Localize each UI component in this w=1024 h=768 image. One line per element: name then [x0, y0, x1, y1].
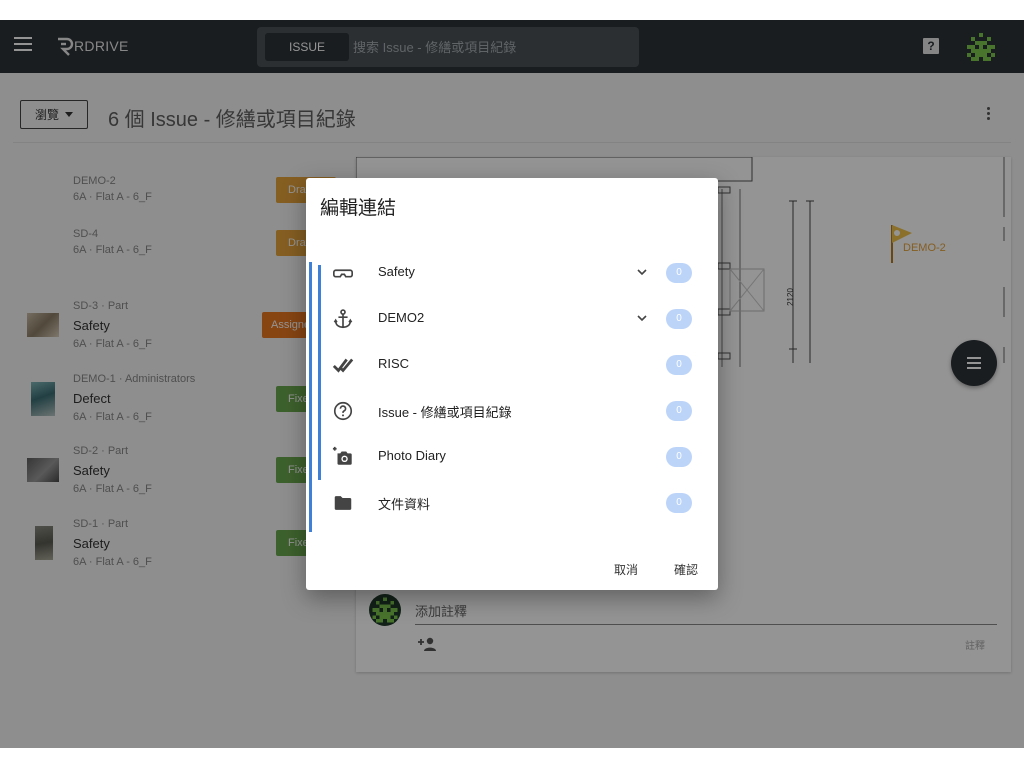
- edit-links-dialog: 編輯連結 Safety 0 DEMO2 0 RISC 0 Issue - 修繕或…: [306, 178, 718, 590]
- dialog-title: 編輯連結: [320, 198, 397, 219]
- count-badge: 0: [666, 309, 692, 329]
- count-badge: 0: [666, 493, 692, 513]
- link-row-label: 文件資料: [378, 497, 431, 512]
- chevron-down-icon[interactable]: [636, 266, 648, 278]
- chevron-down-icon[interactable]: [636, 312, 648, 324]
- link-row-label: Issue - 修繕或項目紀錄: [378, 405, 512, 420]
- count-badge: 0: [666, 401, 692, 421]
- folder-icon: [334, 496, 352, 510]
- vr-goggles-icon: [333, 269, 353, 278]
- count-badge: 0: [666, 447, 692, 467]
- help-circle-icon: [333, 401, 353, 421]
- confirm-button[interactable]: 確認: [674, 561, 698, 578]
- cancel-button[interactable]: 取消: [614, 561, 638, 578]
- anchor-icon: [333, 309, 353, 329]
- link-row-risc[interactable]: RISC 0: [306, 342, 718, 388]
- link-row-label: RISC: [378, 356, 410, 371]
- app-screen: RDRIVE ISSUE ? 瀏覽 6 個 Issue - 修繕或項目紀錄: [0, 20, 1024, 748]
- link-row-documents[interactable]: 文件資料 0: [306, 480, 718, 526]
- link-row-label: Safety: [378, 264, 415, 279]
- link-row-safety[interactable]: Safety 0: [306, 250, 718, 296]
- add-photo-icon: [332, 446, 352, 465]
- link-row-photo-diary[interactable]: Photo Diary 0: [306, 434, 718, 480]
- double-check-icon: [332, 358, 354, 373]
- count-badge: 0: [666, 355, 692, 375]
- count-badge: 0: [666, 263, 692, 283]
- link-row-label: Photo Diary: [378, 448, 446, 463]
- link-row-label: DEMO2: [378, 310, 425, 325]
- link-row-issue[interactable]: Issue - 修繕或項目紀錄 0: [306, 388, 718, 434]
- link-row-demo2[interactable]: DEMO2 0: [306, 296, 718, 342]
